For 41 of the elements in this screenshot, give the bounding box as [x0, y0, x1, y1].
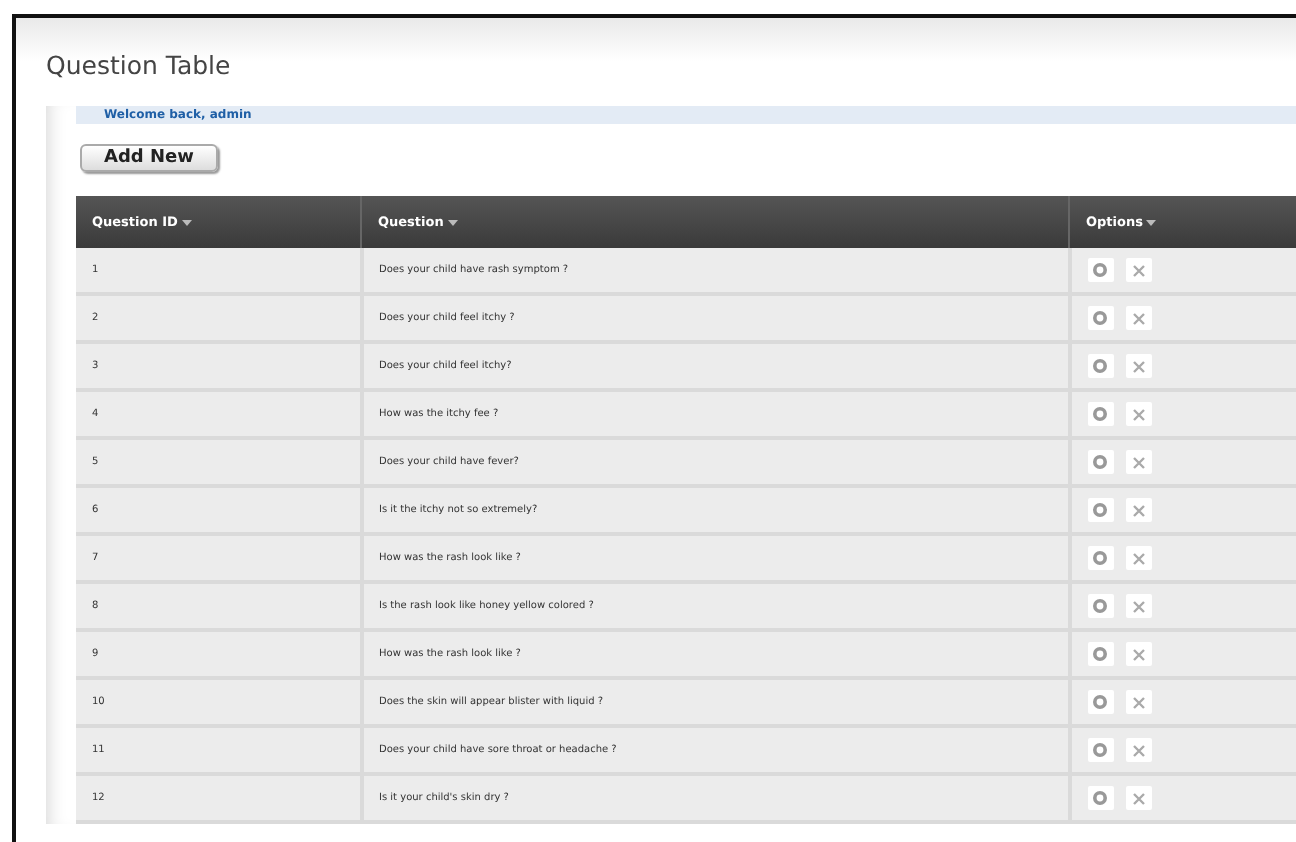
- delete-button[interactable]: [1125, 690, 1151, 714]
- sort-caret-icon: [181, 219, 192, 226]
- delete-button[interactable]: [1125, 594, 1151, 618]
- delete-button[interactable]: [1125, 738, 1151, 762]
- edit-button[interactable]: [1087, 258, 1113, 282]
- edit-button[interactable]: [1087, 594, 1113, 618]
- close-icon: [1131, 407, 1145, 421]
- page-title: Question Table: [46, 50, 233, 84]
- edit-button[interactable]: [1087, 306, 1113, 330]
- delete-button[interactable]: [1125, 306, 1151, 330]
- delete-button[interactable]: [1125, 354, 1151, 378]
- delete-button[interactable]: [1125, 498, 1151, 522]
- close-icon: [1131, 263, 1145, 277]
- close-icon: [1131, 455, 1145, 469]
- close-icon: [1131, 695, 1145, 709]
- delete-button[interactable]: [1125, 642, 1151, 666]
- close-icon: [1131, 791, 1145, 805]
- sort-caret-icon: [1146, 219, 1157, 226]
- close-icon: [1131, 743, 1145, 757]
- close-icon: [1131, 503, 1145, 517]
- add-new-button[interactable]: Add New: [80, 144, 218, 172]
- sort-caret-icon: [447, 219, 458, 226]
- edit-button[interactable]: [1087, 450, 1113, 474]
- delete-button[interactable]: [1125, 546, 1151, 570]
- close-icon: [1131, 647, 1145, 661]
- edit-button[interactable]: [1087, 354, 1113, 378]
- close-icon: [1131, 311, 1145, 325]
- delete-button[interactable]: [1125, 450, 1151, 474]
- edit-button[interactable]: [1087, 738, 1113, 762]
- delete-button[interactable]: [1125, 786, 1151, 810]
- close-icon: [1131, 599, 1145, 613]
- edit-button[interactable]: [1087, 642, 1113, 666]
- delete-button[interactable]: [1125, 402, 1151, 426]
- edit-button[interactable]: [1087, 402, 1113, 426]
- close-icon: [1131, 359, 1145, 373]
- edit-button[interactable]: [1087, 690, 1113, 714]
- close-icon: [1131, 551, 1145, 565]
- edit-button[interactable]: [1087, 546, 1113, 570]
- edit-button[interactable]: [1087, 786, 1113, 810]
- delete-button[interactable]: [1125, 258, 1151, 282]
- edit-button[interactable]: [1087, 498, 1113, 522]
